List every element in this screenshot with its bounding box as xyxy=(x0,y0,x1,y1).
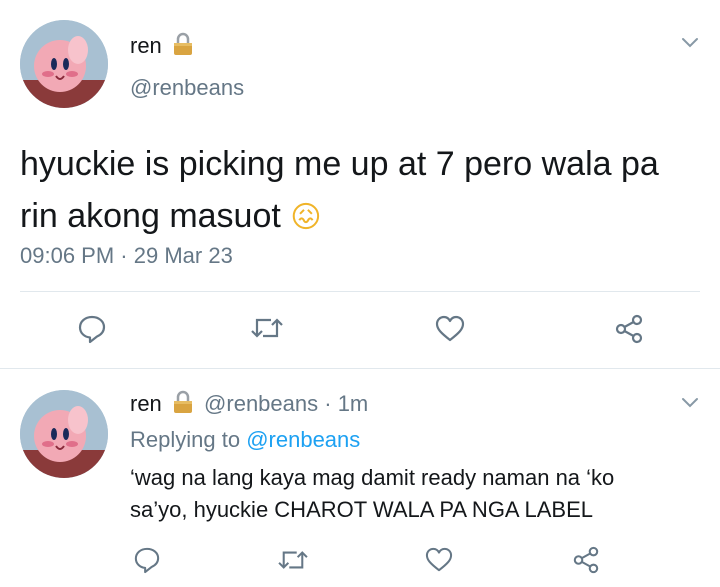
reply-text-line: ‘wag na lang kaya mag damit ready naman … xyxy=(130,465,615,490)
tweet-body: hyuckie is picking me up at 7 pero wala … xyxy=(20,145,659,235)
replying-to: Replying to @renbeans xyxy=(130,426,360,454)
meta-separator: · xyxy=(120,243,128,268)
tweet-text: hyuckie is picking me up at 7 pero wala … xyxy=(20,138,700,244)
reply-time: · 1m xyxy=(324,391,369,416)
author-name-row: ren xyxy=(130,32,194,60)
reply-text-line: sa’yo, hyuckie CHAROT WALA PA NGA LABEL xyxy=(130,497,593,522)
heart-icon[interactable] xyxy=(425,547,453,573)
date[interactable]: 29 Mar 23 xyxy=(134,243,233,268)
divider xyxy=(20,291,700,292)
reply-icon[interactable] xyxy=(134,546,160,574)
share-icon[interactable] xyxy=(572,546,600,574)
chevron-down-icon[interactable] xyxy=(680,36,700,50)
replying-label: Replying to xyxy=(130,427,241,452)
share-icon[interactable] xyxy=(614,314,644,344)
reply-author-handle[interactable]: @renbeans xyxy=(204,391,318,416)
retweet-icon[interactable] xyxy=(251,314,283,342)
reply-icon[interactable] xyxy=(78,314,106,344)
chevron-down-icon[interactable] xyxy=(680,396,700,410)
reply-header: ren @renbeans · 1m xyxy=(130,390,368,418)
reply-avatar[interactable] xyxy=(20,390,108,478)
emoji: 😖 xyxy=(290,200,322,235)
timestamp[interactable]: 09:06 PM xyxy=(20,243,114,268)
divider xyxy=(0,368,720,369)
reply-author-name[interactable]: ren xyxy=(130,391,162,416)
retweet-icon[interactable] xyxy=(278,547,308,573)
author-handle[interactable]: @renbeans xyxy=(130,74,244,102)
reply-text: ‘wag na lang kaya mag damit ready naman … xyxy=(130,462,614,526)
author-name[interactable]: ren xyxy=(130,33,162,58)
tweet-meta: 09:06 PM · 29 Mar 23 xyxy=(20,242,233,270)
avatar[interactable] xyxy=(20,20,108,108)
heart-icon[interactable] xyxy=(435,315,465,343)
lock-icon xyxy=(172,32,194,56)
replying-handle-link[interactable]: @renbeans xyxy=(246,427,360,452)
lock-icon xyxy=(172,390,194,414)
